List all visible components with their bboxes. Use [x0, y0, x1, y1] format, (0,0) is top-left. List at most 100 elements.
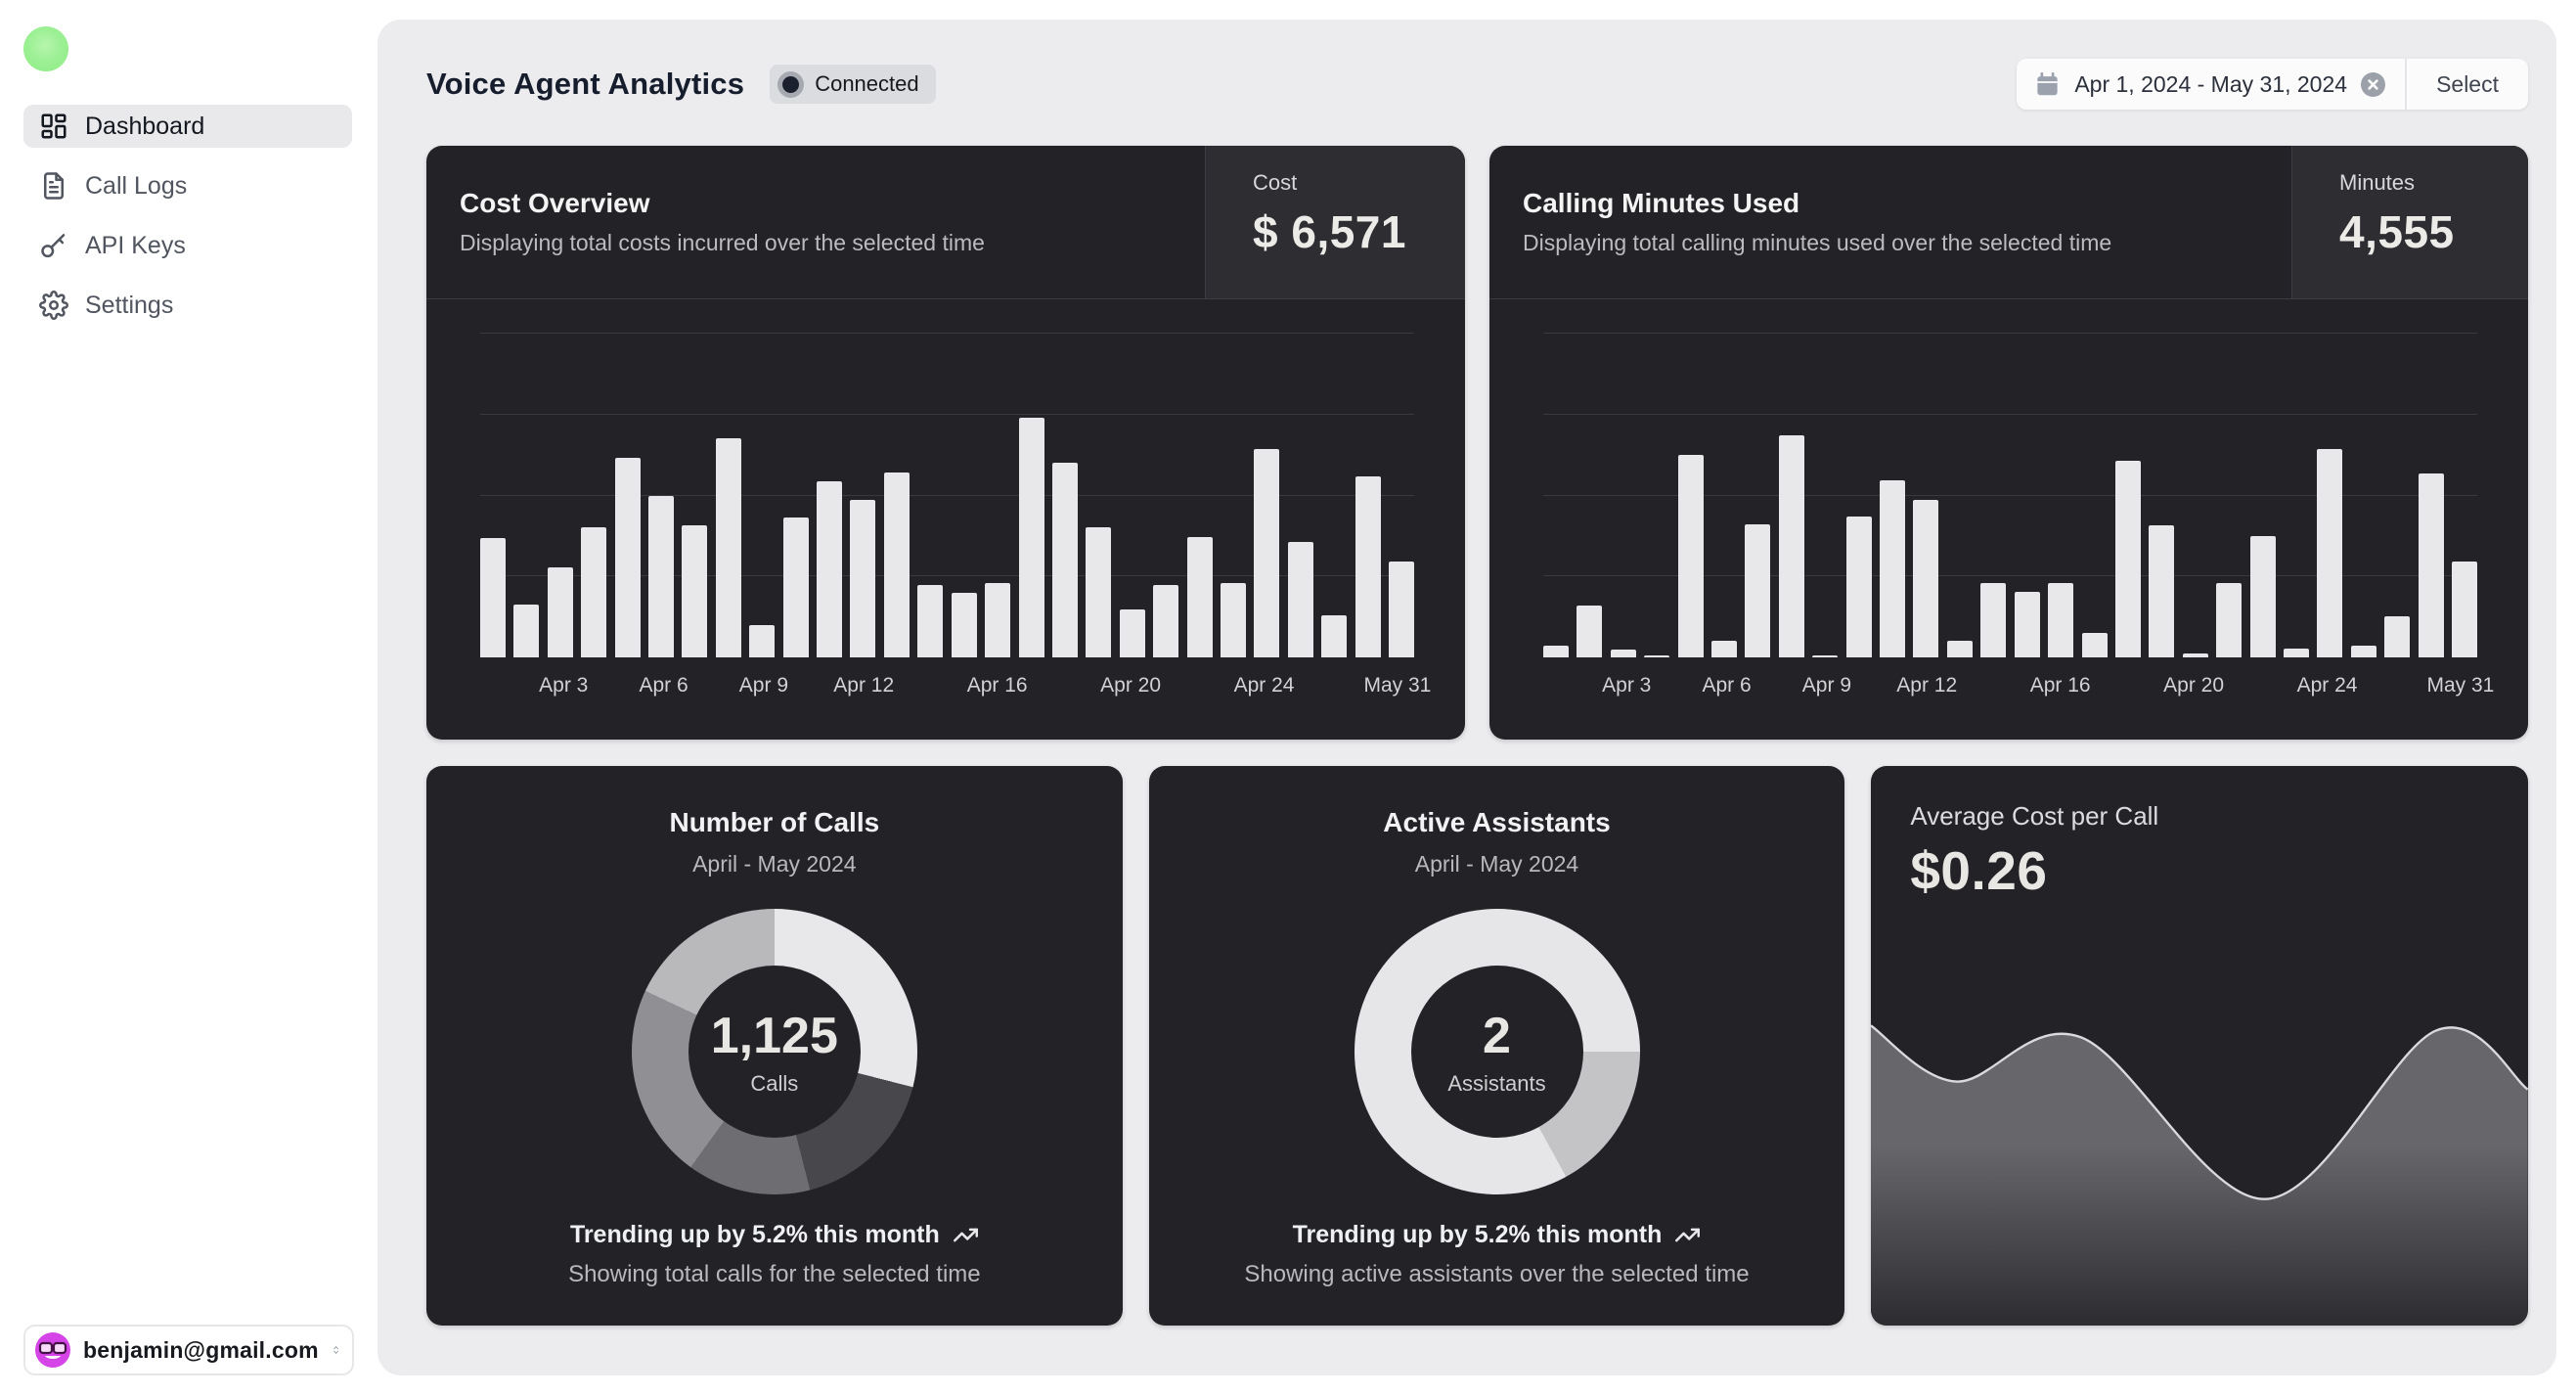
bar: [1812, 655, 1838, 657]
bar: [1321, 615, 1347, 657]
bar: [1577, 606, 1602, 657]
bar: [783, 518, 809, 657]
x-axis-label: May 31: [1364, 674, 1432, 698]
status-label: Connected: [815, 71, 918, 97]
sidebar-item-settings[interactable]: Settings: [23, 284, 352, 327]
sidebar-item-label: Call Logs: [85, 172, 187, 201]
bar: [1543, 646, 1569, 657]
bar: [1019, 418, 1044, 657]
bar: [581, 527, 606, 657]
x-axis-label: Apr 20: [1100, 674, 1161, 698]
bar: [513, 605, 539, 657]
key-icon: [39, 231, 68, 260]
clear-date-button[interactable]: [2361, 72, 2385, 97]
bar: [1947, 641, 1973, 657]
bar: [1221, 583, 1246, 657]
bar: [716, 438, 741, 657]
dashboard-icon: [39, 112, 68, 141]
sidebar-nav: Dashboard Call Logs API Keys Settings: [23, 105, 352, 327]
bar: [817, 481, 842, 657]
x-axis-label: Apr 9: [739, 674, 788, 698]
donut-center-value: 1,125: [711, 1007, 838, 1065]
user-email: benjamin@gmail.com: [83, 1337, 319, 1364]
page-title: Voice Agent Analytics: [426, 67, 744, 102]
card-subtitle: April - May 2024: [692, 851, 856, 878]
trend-subtext: Showing total calls for the selected tim…: [568, 1261, 981, 1288]
card-subtitle: Displaying total calling minutes used ov…: [1523, 230, 2258, 256]
card-subtitle: April - May 2024: [1415, 851, 1578, 878]
x-axis-label: Apr 3: [1602, 674, 1651, 698]
date-range-control: Apr 1, 2024 - May 31, 2024 Select: [2017, 59, 2528, 110]
x-axis-label: Apr 12: [833, 674, 894, 698]
x-axis-label: May 31: [2427, 674, 2495, 698]
x-axis-label: Apr 24: [2297, 674, 2358, 698]
bar: [2082, 633, 2108, 657]
bar: [1052, 463, 1078, 657]
status-dot-icon: [777, 71, 804, 98]
card-header: Calling Minutes Used Displaying total ca…: [1489, 146, 2528, 299]
assistants-donut-chart: 2 Assistants: [1355, 909, 1640, 1194]
bar: [1779, 435, 1804, 657]
card-header: Cost Overview Displaying total costs inc…: [426, 146, 1465, 299]
sidebar-item-label: API Keys: [85, 232, 186, 260]
bar: [850, 500, 875, 657]
bar: [682, 525, 707, 657]
number-of-calls-card: Number of Calls April - May 2024 1,125 C…: [426, 766, 1123, 1326]
card-subtitle: Displaying total costs incurred over the…: [460, 230, 1172, 256]
sidebar-item-dashboard[interactable]: Dashboard: [23, 105, 352, 148]
x-axis-label: Apr 16: [2030, 674, 2091, 698]
gear-icon: [39, 291, 68, 320]
donut-center-label: Calls: [750, 1071, 798, 1097]
bar: [1846, 517, 1872, 657]
status-badge: Connected: [770, 65, 935, 104]
bar: [952, 593, 977, 657]
charts-row: Cost Overview Displaying total costs inc…: [426, 146, 2528, 740]
calls-donut-chart: 1,125 Calls: [632, 909, 917, 1194]
bar: [1711, 641, 1737, 657]
bar: [1880, 480, 1905, 657]
sidebar-item-label: Dashboard: [85, 112, 204, 141]
date-range-text: Apr 1, 2024 - May 31, 2024: [2074, 71, 2347, 98]
bar: [2351, 646, 2376, 657]
trending-up-icon: [953, 1222, 979, 1248]
stat-value: $ 6,571: [1253, 205, 1445, 258]
minutes-bar-chart: Apr 3Apr 6Apr 9Apr 12Apr 16Apr 20Apr 24M…: [1543, 334, 2477, 657]
bar: [1678, 455, 1704, 657]
bar: [1389, 562, 1414, 657]
sidebar-item-api-keys[interactable]: API Keys: [23, 224, 352, 267]
card-title: Calling Minutes Used: [1523, 188, 2258, 219]
x-axis-label: Apr 20: [2163, 674, 2224, 698]
calling-minutes-card: Calling Minutes Used Displaying total ca…: [1489, 146, 2528, 740]
average-cost-card: Average Cost per Call $0.26: [1871, 766, 2528, 1326]
bar: [1745, 524, 1770, 657]
bar: [648, 496, 674, 658]
bar: [1980, 583, 2006, 657]
app-logo[interactable]: [23, 26, 68, 71]
stat-label: Minutes: [2339, 170, 2509, 196]
bar: [548, 567, 573, 657]
sidebar-item-label: Settings: [85, 292, 173, 320]
bar: [1355, 476, 1381, 657]
user-avatar: [35, 1332, 70, 1368]
bar: [1288, 542, 1313, 657]
calendar-icon: [2034, 71, 2061, 98]
x-axis-label: Apr 24: [1234, 674, 1295, 698]
card-title: Cost Overview: [460, 188, 1172, 219]
trend-subtext: Showing active assistants over the selec…: [1244, 1261, 1749, 1288]
bar: [884, 472, 910, 657]
user-account-button[interactable]: benjamin@gmail.com: [23, 1325, 354, 1375]
sidebar-item-call-logs[interactable]: Call Logs: [23, 164, 352, 207]
select-range-button[interactable]: Select: [2407, 59, 2528, 110]
bar: [985, 583, 1010, 657]
bar: [1254, 449, 1279, 657]
card-title: Active Assistants: [1383, 807, 1610, 838]
date-range-button[interactable]: Apr 1, 2024 - May 31, 2024: [2017, 59, 2405, 110]
bar: [2452, 562, 2477, 657]
x-axis-label: Apr 9: [1802, 674, 1851, 698]
donut-center-label: Assistants: [1447, 1071, 1545, 1097]
bar: [2048, 583, 2073, 657]
stat-value: 4,555: [2339, 205, 2509, 258]
bar: [2115, 461, 2141, 657]
bar: [749, 625, 775, 657]
x-axis-label: Apr 3: [539, 674, 588, 698]
